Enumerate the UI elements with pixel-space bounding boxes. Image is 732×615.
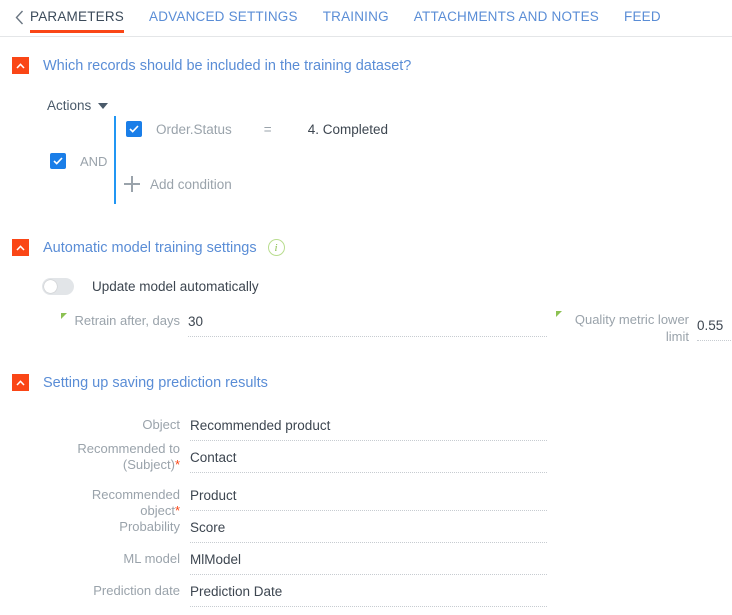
update-model-automatically-row: Update model automatically <box>42 278 259 295</box>
chevron-up-icon[interactable] <box>12 239 29 256</box>
tab-feed[interactable]: FEED <box>624 9 661 33</box>
field-value-object[interactable]: Recommended product <box>190 417 547 434</box>
filter-group-rail <box>114 116 116 204</box>
tab-advanced-settings[interactable]: ADVANCED SETTINGS <box>149 9 298 33</box>
section-title-saving-results[interactable]: Setting up saving prediction results <box>43 375 268 391</box>
field-ml-model: ML model MlModel <box>68 551 547 575</box>
actions-dropdown[interactable]: Actions <box>47 98 109 113</box>
filter-condition-row: Order.Status = 4. Completed <box>126 121 388 137</box>
required-corner-icon <box>61 313 67 319</box>
actions-label: Actions <box>47 98 92 113</box>
condition-checkbox[interactable] <box>126 121 142 137</box>
field-label-prediction-date: Prediction date <box>93 583 180 598</box>
chevron-up-icon[interactable] <box>12 57 29 74</box>
field-value-recommended-to-subject[interactable]: Contact <box>190 449 547 466</box>
field-input-prediction-date[interactable]: Prediction Date <box>190 583 547 607</box>
field-label-object: Object <box>142 417 180 432</box>
tab-parameters[interactable]: PARAMETERS <box>30 9 125 33</box>
required-asterisk: * <box>174 457 180 472</box>
field-input-ml-model[interactable]: MlModel <box>190 551 547 575</box>
update-model-automatically-toggle[interactable] <box>42 278 74 295</box>
required-asterisk: * <box>174 503 180 518</box>
field-label-quality-metric-lower-limit: Quality metric lower limit <box>556 311 689 345</box>
plus-icon <box>124 176 140 192</box>
field-recommended-object: Recommended object* Product <box>50 487 547 519</box>
condition-value[interactable]: 4. Completed <box>308 122 388 137</box>
field-input-probability[interactable]: Score <box>190 519 547 543</box>
field-label-recommended-object: Recommended object* <box>91 487 180 518</box>
field-input-recommended-object[interactable]: Product <box>190 487 547 511</box>
add-condition-label: Add condition <box>150 176 232 192</box>
condition-field[interactable]: Order.Status <box>156 122 232 137</box>
section-header-training-dataset: Which records should be included in the … <box>12 57 411 74</box>
toggle-knob <box>44 280 57 293</box>
field-value-probability[interactable]: Score <box>190 519 547 536</box>
field-label-probability: Probability <box>119 519 180 534</box>
condition-operator[interactable]: = <box>264 122 272 137</box>
section-title-auto-training[interactable]: Automatic model training settings <box>43 240 257 256</box>
field-prediction-date: Prediction date Prediction Date <box>60 583 547 607</box>
section-title-training-dataset[interactable]: Which records should be included in the … <box>43 58 411 74</box>
field-input-recommended-to-subject[interactable]: Contact <box>190 449 547 473</box>
logical-operator-checkbox[interactable] <box>50 153 66 169</box>
section-header-auto-training: Automatic model training settings i <box>12 239 285 256</box>
field-label-retrain-after-days: Retrain after, days <box>61 313 180 329</box>
field-value-ml-model[interactable]: MlModel <box>190 551 547 568</box>
tab-attachments-and-notes[interactable]: ATTACHMENTS AND NOTES <box>414 9 599 33</box>
field-retrain-after-days: Retrain after, days 30 <box>61 313 547 337</box>
info-icon[interactable]: i <box>267 239 285 256</box>
field-value-quality-metric-lower-limit[interactable]: 0.55 <box>697 317 731 334</box>
tab-bar: PARAMETERS ADVANCED SETTINGS TRAINING AT… <box>0 0 732 37</box>
chevron-left-icon[interactable] <box>8 10 30 25</box>
field-object: Object Recommended product <box>68 417 547 441</box>
field-value-prediction-date[interactable]: Prediction Date <box>190 583 547 600</box>
field-label-ml-model: ML model <box>123 551 180 566</box>
chevron-down-icon <box>98 102 109 109</box>
logical-operator-row: AND <box>50 153 107 169</box>
field-value-retrain-after-days[interactable]: 30 <box>188 313 547 330</box>
field-input-quality-metric-lower-limit[interactable]: 0.55 <box>697 317 731 341</box>
field-label-recommended-to-subject: Recommended to (Subject)* <box>77 441 180 472</box>
add-condition-button[interactable]: Add condition <box>124 176 232 192</box>
field-input-object[interactable]: Recommended product <box>190 417 547 441</box>
field-probability: Probability Score <box>68 519 547 543</box>
field-recommended-to-subject: Recommended to (Subject)* Contact <box>68 441 547 473</box>
field-input-retrain-after-days[interactable]: 30 <box>188 313 547 337</box>
field-quality-metric-lower-limit: Quality metric lower limit 0.55 <box>556 311 731 345</box>
logical-operator-label[interactable]: AND <box>80 154 107 169</box>
section-header-saving-results: Setting up saving prediction results <box>12 374 268 391</box>
chevron-up-icon[interactable] <box>12 374 29 391</box>
required-corner-icon <box>556 311 562 317</box>
field-value-recommended-object[interactable]: Product <box>190 487 547 504</box>
update-model-automatically-label: Update model automatically <box>92 279 259 294</box>
tab-training[interactable]: TRAINING <box>323 9 389 33</box>
